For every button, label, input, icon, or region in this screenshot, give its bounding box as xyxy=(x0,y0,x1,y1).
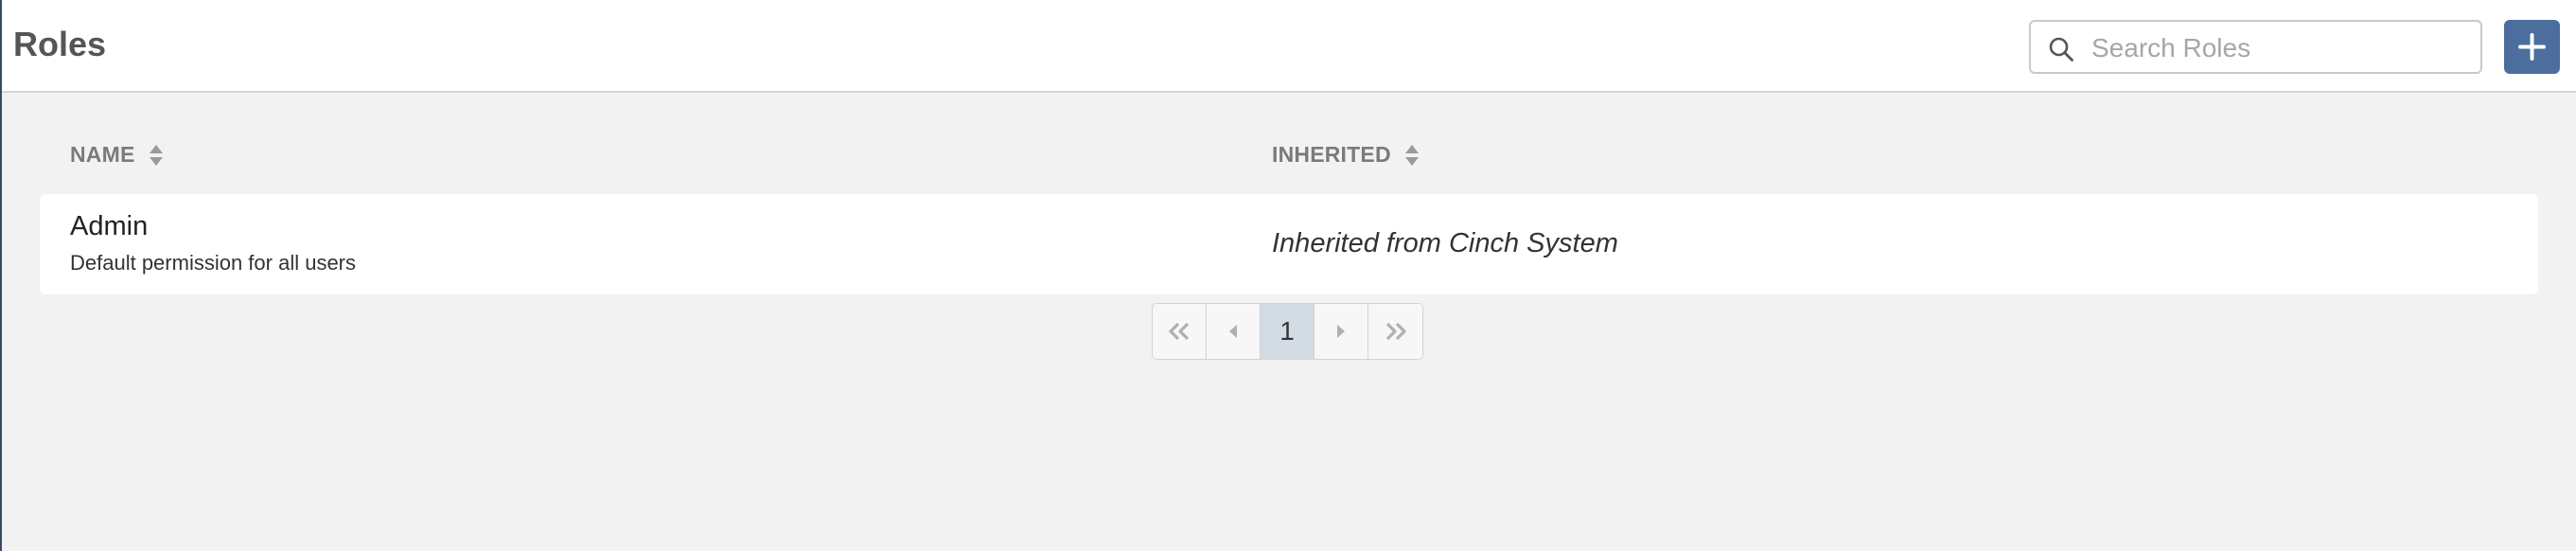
previous-page-icon xyxy=(1229,325,1237,338)
column-header-label: NAME xyxy=(70,142,135,167)
page-title: Roles xyxy=(13,25,107,63)
sort-icon xyxy=(149,144,163,166)
last-page-button[interactable] xyxy=(1368,304,1422,359)
page-header: Roles xyxy=(2,0,2576,93)
column-header-label: INHERITED xyxy=(1272,142,1391,167)
role-description: Default permission for all users xyxy=(70,251,357,275)
plus-icon xyxy=(2518,33,2546,61)
pagination: 1 xyxy=(1152,303,1423,360)
role-name: Admin xyxy=(70,211,149,241)
sort-icon xyxy=(1404,144,1419,166)
next-page-button[interactable] xyxy=(1314,304,1368,359)
last-page-icon xyxy=(1385,322,1406,341)
search-input[interactable] xyxy=(2090,22,2472,74)
search-icon xyxy=(2048,36,2074,62)
next-page-icon xyxy=(1337,325,1345,338)
page-number-button[interactable]: 1 xyxy=(1261,304,1314,359)
column-header-inherited[interactable]: INHERITED xyxy=(1272,142,1420,168)
previous-page-button[interactable] xyxy=(1207,304,1261,359)
add-role-button[interactable] xyxy=(2504,20,2560,74)
role-inherited: Inherited from Cinch System xyxy=(1272,228,1618,258)
column-header-name[interactable]: NAME xyxy=(70,142,164,168)
first-page-icon xyxy=(1169,322,1190,341)
first-page-button[interactable] xyxy=(1153,304,1207,359)
search-box[interactable] xyxy=(2029,20,2482,74)
table-row[interactable]: Admin Default permission for all users I… xyxy=(40,194,2538,294)
